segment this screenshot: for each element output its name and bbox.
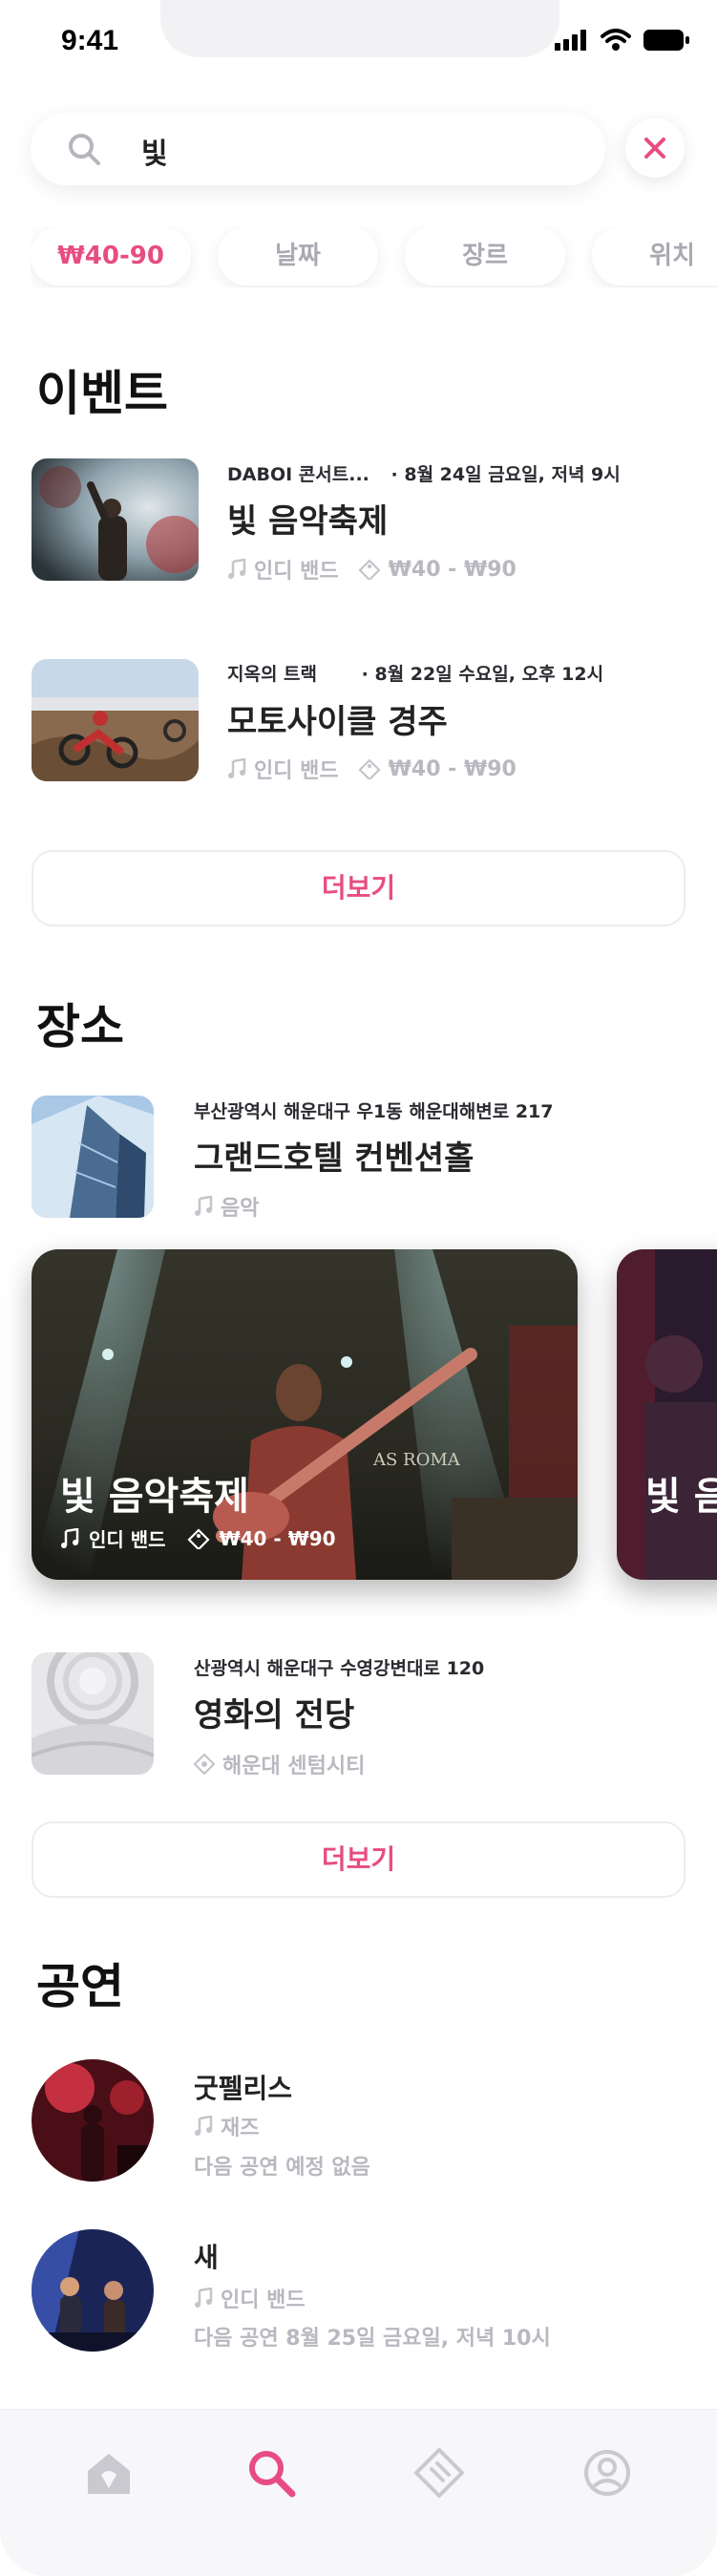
place-title[interactable]: 영화의 전당: [194, 1689, 354, 1735]
music-note-icon: [195, 1196, 213, 1216]
filter-chip-location[interactable]: 위치: [592, 226, 717, 286]
tab-tickets[interactable]: [412, 2446, 466, 2500]
featured-event-title: 빛 음악축제: [60, 1475, 249, 1519]
tab-home[interactable]: [82, 2446, 136, 2500]
place-address: 산광역시 해운대구 수영강변대로 120: [194, 1658, 485, 1679]
performer-next-show: 다음 공연 8월 25일 금요일, 저녁 10시: [194, 2327, 551, 2351]
place-address: 부산광역시 해운대구 우1동 해운대해변로 217: [194, 1101, 554, 1122]
featured-event-card[interactable]: 빛 음: [617, 1249, 717, 1580]
events-more-button[interactable]: 더보기: [32, 850, 685, 926]
bottom-tab-bar: [0, 2409, 717, 2576]
search-bar[interactable]: 빛: [31, 113, 605, 185]
search-icon: [67, 132, 101, 170]
filter-chips: ₩40-90 날짜 장르 위치: [31, 226, 717, 287]
places-more-button[interactable]: 더보기: [32, 1821, 685, 1898]
places-section-title: 장소: [36, 999, 124, 1054]
performer-next-show: 다음 공연 예정 없음: [194, 2156, 370, 2180]
music-note-icon: [228, 758, 246, 778]
tab-search[interactable]: [244, 2446, 298, 2500]
app-screen: 9:41 빛 ₩40-90 날짜 장르 위치 이벤트 DABOI 콘서트... …: [0, 0, 717, 2576]
ticket-icon: [414, 2448, 464, 2498]
performer-avatar[interactable]: [32, 2059, 154, 2182]
event-genre: 인디 밴드: [254, 560, 339, 584]
close-icon: [644, 138, 665, 159]
event-datetime: · 8월 22일 수요일, 오후 12시: [361, 664, 604, 685]
events-section-title: 이벤트: [36, 366, 168, 421]
price-tag-icon: [187, 1527, 210, 1549]
event-price: ₩40 - ₩90: [388, 756, 517, 781]
status-time: 9:41: [61, 25, 119, 56]
performer-genre: 인디 밴드: [221, 2289, 306, 2312]
place-thumbnail[interactable]: [32, 1096, 154, 1218]
filter-chip-price[interactable]: ₩40-90: [31, 226, 191, 286]
performer-genre-row: 인디 밴드: [194, 2283, 306, 2313]
search-input[interactable]: 빛: [141, 130, 168, 172]
home-icon: [88, 2454, 130, 2494]
filter-chip-genre[interactable]: 장르: [405, 226, 565, 286]
device-notch: [160, 0, 559, 57]
price-tag-icon: [358, 758, 381, 779]
stage-sign-text: AS ROMA: [373, 1450, 460, 1470]
battery-icon: [643, 30, 689, 51]
place-meta: 음악: [194, 1191, 259, 1222]
clear-search-button[interactable]: [625, 118, 685, 178]
event-thumbnail[interactable]: [32, 659, 199, 781]
event-title[interactable]: 빛 음악축제: [227, 495, 388, 542]
event-price: ₩40 - ₩90: [388, 557, 517, 582]
event-venue: DABOI 콘서트...: [227, 464, 369, 485]
featured-event-title: 빛 음: [645, 1475, 717, 1519]
place-thumbnail[interactable]: [32, 1652, 154, 1775]
location-pin-icon: [194, 1754, 215, 1775]
tab-profile[interactable]: [580, 2446, 634, 2500]
performer-genre-row: 재즈: [194, 2111, 259, 2141]
performer-name[interactable]: 새: [194, 2237, 219, 2275]
status-icons: [555, 29, 690, 52]
performer-genre: 재즈: [221, 2117, 260, 2140]
featured-event-price: ₩40 - ₩90: [219, 1526, 336, 1550]
search-icon: [249, 2451, 296, 2498]
event-venue: 지옥의 트랙: [227, 664, 318, 685]
place-category: 해운대 센텀시티: [222, 1755, 366, 1778]
event-genre: 인디 밴드: [254, 759, 339, 783]
wifi-icon: [601, 29, 631, 51]
featured-event-meta: 인디 밴드 ₩40 - ₩90: [60, 1524, 336, 1552]
music-note-icon: [228, 559, 246, 579]
performer-name[interactable]: 굿펠리스: [194, 2068, 292, 2106]
music-note-icon: [195, 2116, 213, 2136]
event-datetime: · 8월 24일 금요일, 저녁 9시: [390, 464, 621, 485]
place-category: 음악: [221, 1197, 260, 1221]
event-thumbnail[interactable]: [32, 458, 199, 581]
featured-event-card[interactable]: AS ROMA 빛 음악축제 인디 밴드 ₩40 - ₩90: [32, 1249, 578, 1580]
signal-icon: [555, 30, 586, 51]
event-meta: 인디 밴드 ₩40 - ₩90: [227, 754, 517, 784]
place-meta: 해운대 센텀시티: [194, 1749, 365, 1779]
profile-icon: [584, 2450, 630, 2496]
filter-chip-date[interactable]: 날짜: [218, 226, 378, 286]
featured-event-genre: 인디 밴드: [89, 1528, 166, 1551]
price-tag-icon: [358, 559, 381, 580]
music-note-icon: [195, 2288, 213, 2308]
event-meta: 인디 밴드 ₩40 - ₩90: [227, 554, 517, 585]
event-title[interactable]: 모토사이클 경주: [227, 695, 448, 742]
music-note-icon: [61, 1527, 79, 1548]
performer-avatar[interactable]: [32, 2229, 154, 2352]
place-title[interactable]: 그랜드호텔 컨벤션홀: [194, 1132, 474, 1179]
performers-section-title: 공연: [36, 1959, 124, 2014]
